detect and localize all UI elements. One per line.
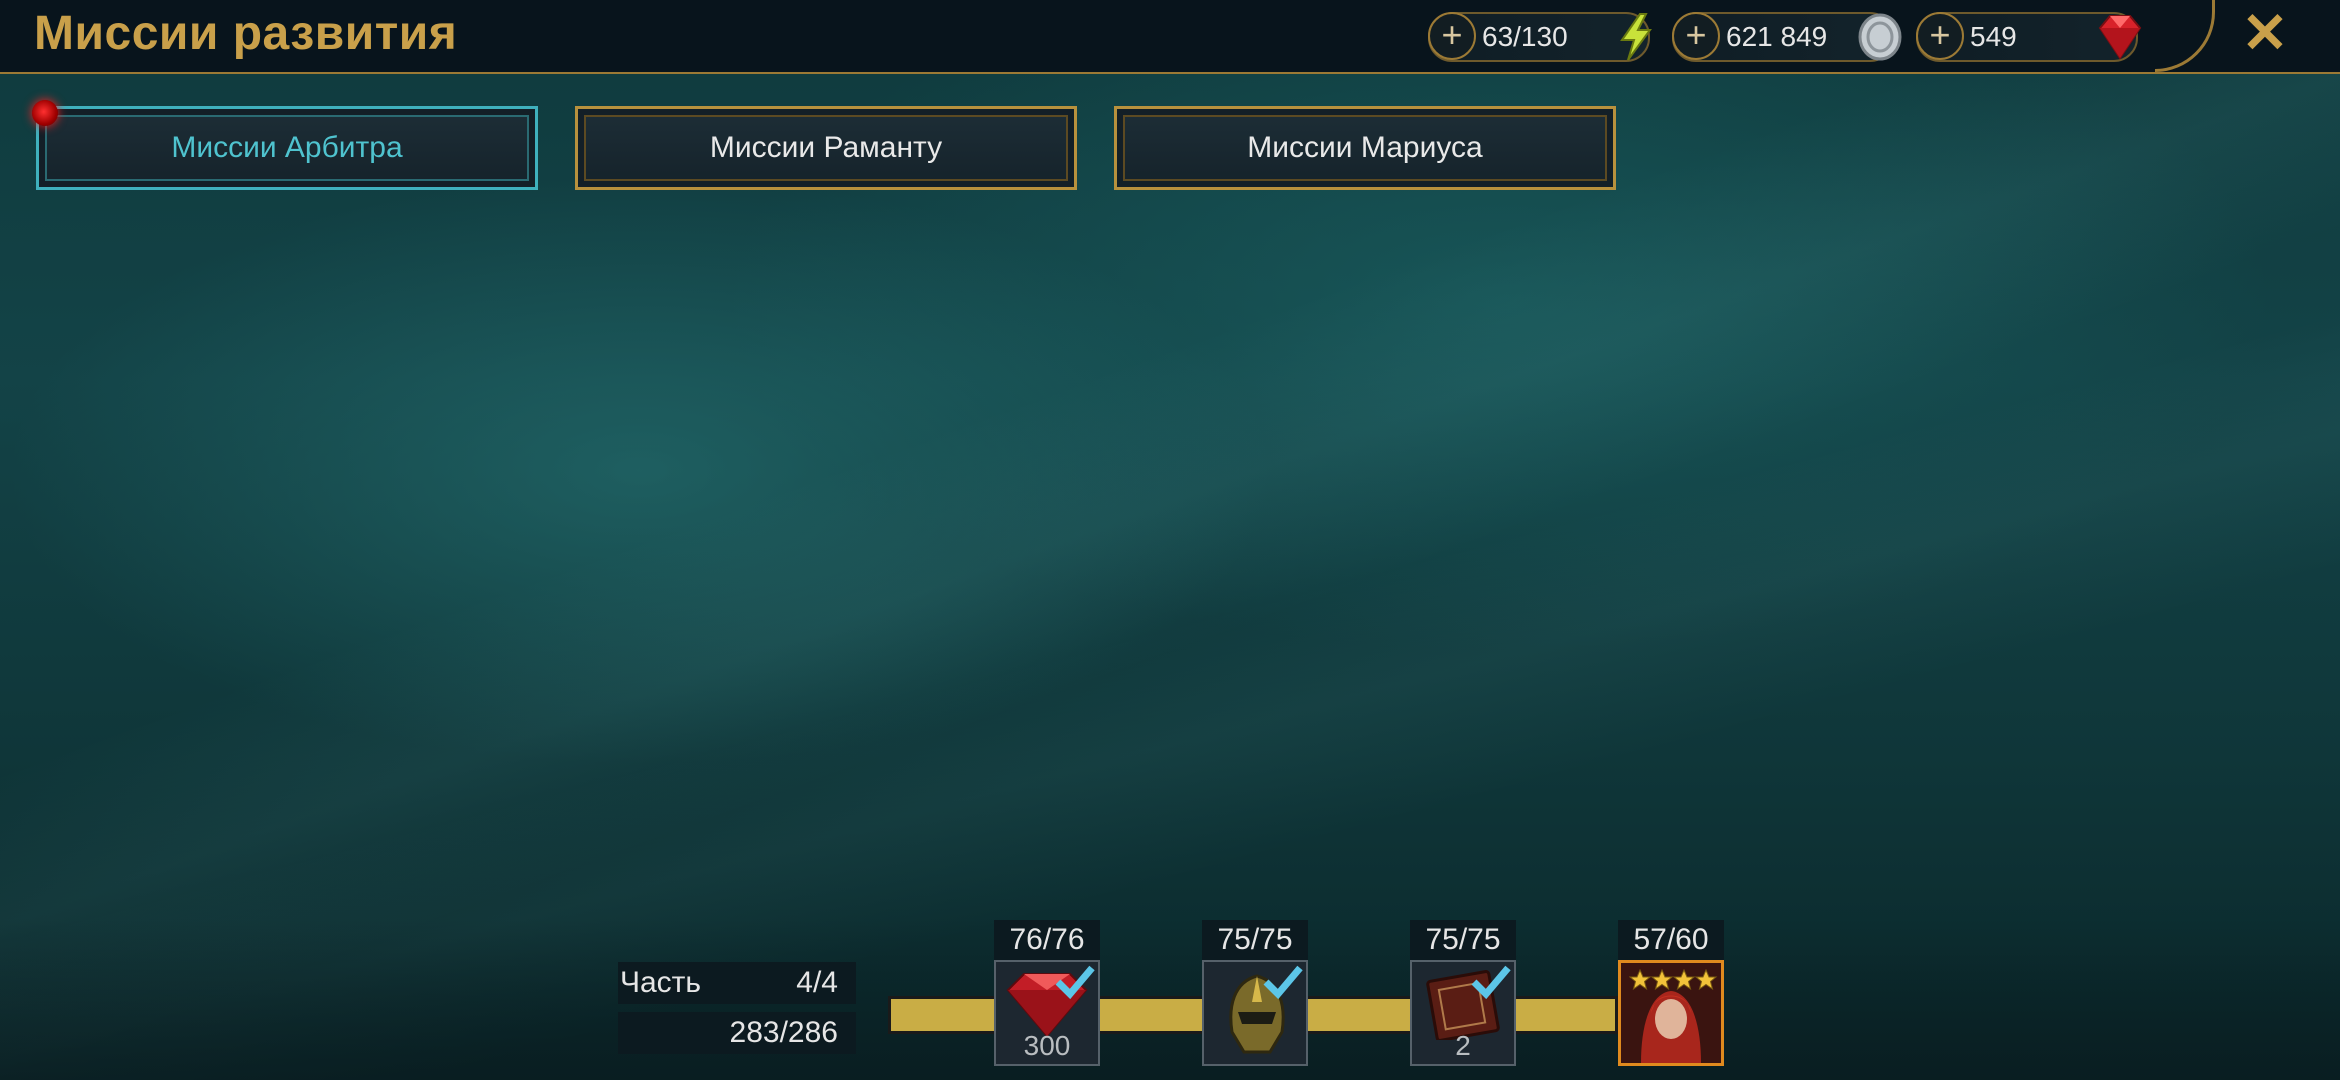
close-icon[interactable]: ✕ [2240, 5, 2290, 61]
header-corner-ornament [2155, 0, 2215, 72]
milestone-4: 57/60 [1618, 920, 1724, 1066]
check-icon [1471, 965, 1511, 1000]
energy-counter: + 63/130 [1428, 12, 1652, 62]
reward-quantity: 300 [1023, 1030, 1071, 1061]
add-energy-button[interactable]: + [1428, 12, 1476, 60]
tab-marius-missions[interactable]: Миссии Мариуса [1114, 106, 1616, 190]
milestone-reward[interactable] [1202, 960, 1308, 1066]
tab-ramantu-missions[interactable]: Миссии Раманту [575, 106, 1077, 190]
add-gems-button[interactable]: + [1916, 12, 1964, 60]
part-label: Часть [620, 966, 702, 999]
silver-value: 621 849 [1726, 21, 1828, 52]
milestone-reward[interactable]: 2 [1410, 960, 1516, 1066]
milestone-reward[interactable]: 300 [994, 960, 1100, 1066]
silver-counter: + 621 849 [1672, 12, 1902, 62]
gems-value: 549 [1970, 21, 2017, 52]
stars-rating [1629, 969, 1718, 991]
milestone-count: 76/76 [994, 920, 1100, 960]
part-value: 4/4 [796, 966, 838, 999]
top-bar: Миссии развития + 63/130 + 621 849 + 549… [0, 0, 2340, 74]
milestone-count: 75/75 [1202, 920, 1308, 960]
points-indicator: 283/286 [618, 1012, 856, 1054]
reward-quantity: 2 [1455, 1030, 1471, 1061]
tab-arbiter-label: Миссии Арбитра [171, 131, 403, 164]
milestone-reward[interactable] [1618, 960, 1724, 1066]
milestone-count: 57/60 [1618, 920, 1724, 960]
milestone-2: 75/75 [1202, 920, 1308, 1066]
tab-ramantu-label: Миссии Раманту [709, 131, 943, 164]
gems-counter: + 549 [1916, 12, 2142, 62]
tab-arbiter-missions[interactable]: Миссии Арбитра [36, 106, 538, 190]
milestone-1: 76/76 300 [994, 920, 1100, 1066]
silver-coin-icon [1858, 13, 1902, 61]
part-indicator: Часть 4/4 [618, 962, 856, 1004]
points-value: 283/286 [729, 1016, 838, 1049]
add-silver-button[interactable]: + [1672, 12, 1720, 60]
milestone-3: 75/75 2 [1410, 920, 1516, 1066]
energy-value: 63/130 [1482, 21, 1568, 52]
ruby-gem-icon [2098, 15, 2142, 60]
check-icon [1055, 965, 1095, 1000]
lightning-icon [1620, 13, 1652, 61]
milestone-count: 75/75 [1410, 920, 1516, 960]
check-icon [1263, 965, 1303, 1000]
notification-dot [32, 100, 58, 126]
tab-marius-label: Миссии Мариуса [1247, 131, 1483, 164]
page-title: Миссии развития [34, 7, 458, 60]
